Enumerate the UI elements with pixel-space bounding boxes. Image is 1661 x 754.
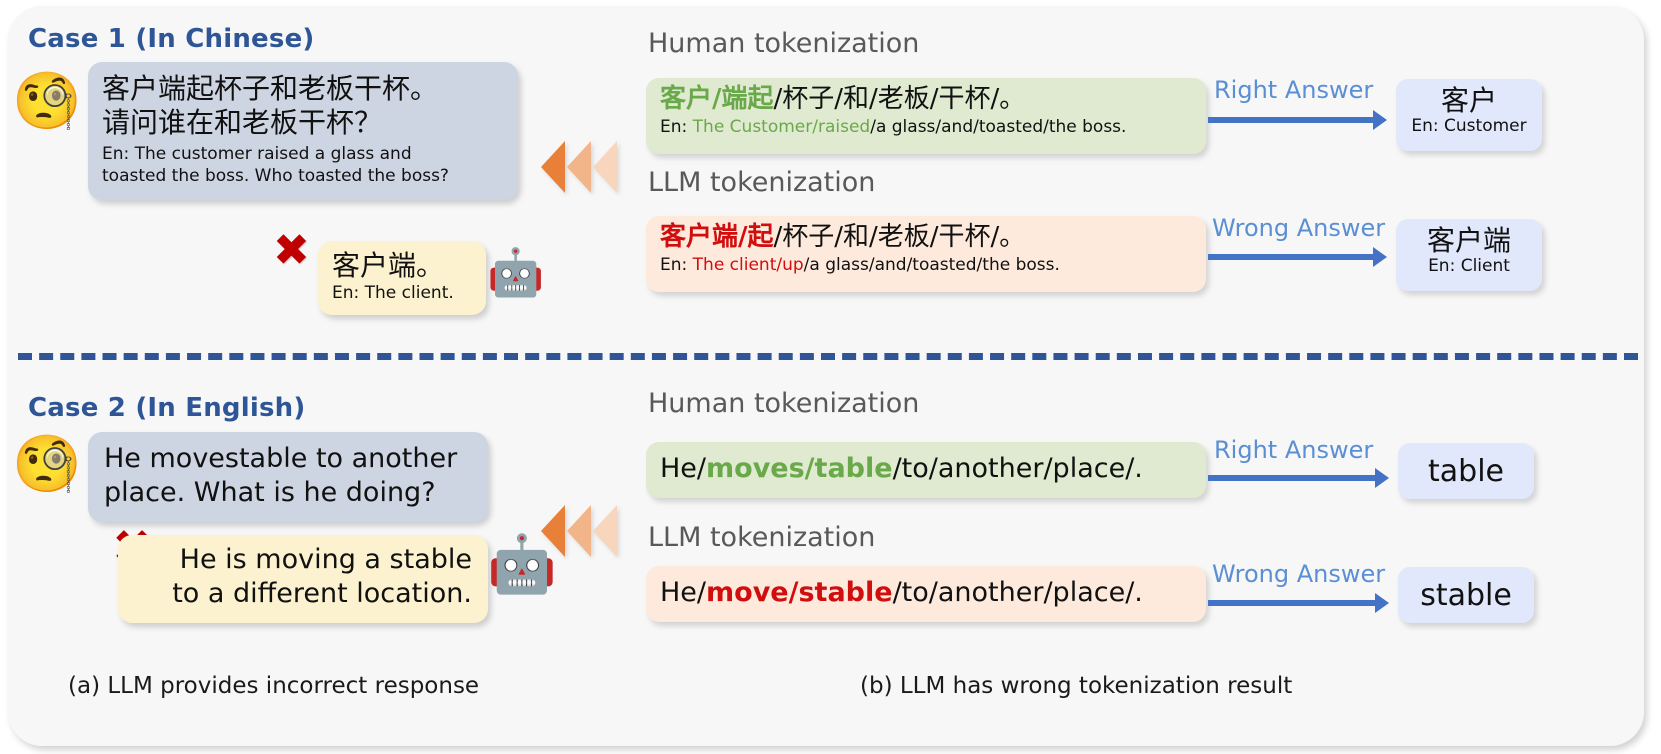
chevron-left-icon — [567, 141, 591, 193]
case1-llm-tok-en-rest: /a glass/and/toasted/the boss. — [803, 254, 1060, 275]
case2-wrong-answer-arrow — [1208, 593, 1389, 613]
chevron-left-icon — [541, 505, 565, 557]
case2-human-tokenization-box: He/moves/table/to/another/place/. — [646, 442, 1206, 498]
case1-human-tokenization-label: Human tokenization — [648, 28, 920, 59]
case1-right-answer-sub: En: Customer — [1411, 116, 1527, 137]
figure-canvas: Case 1 (In Chinese) 🧐 客户端起杯子和老板干杯。 请问谁在和… — [0, 0, 1661, 754]
case1-llm-tokenization-en: En: The client/up/a glass/and/toasted/th… — [660, 255, 1194, 275]
cross-mark-icon: ✖ — [273, 225, 310, 276]
chevron-left-icon — [593, 505, 617, 557]
chevron-left-icon — [567, 505, 591, 557]
case1-llm-tok-zh-highlight: 客户端/起 — [660, 222, 774, 252]
case1-human-tokenization-box: 客户/端起/杯子/和/老板/干杯/。 En: The Customer/rais… — [646, 78, 1206, 154]
case2-human-tok-prefix: He/ — [660, 453, 707, 484]
case2-wrong-answer-box: stable — [1398, 567, 1534, 623]
case1-wrong-answer-arrow — [1208, 247, 1387, 267]
caption-right: (b) LLM has wrong tokenization result — [860, 673, 1293, 699]
case1-llm-tokenization-zh: 客户端/起/杯子/和/老板/干杯/。 — [660, 222, 1194, 253]
case2-question-line1: He movestable to another — [104, 443, 458, 474]
case1-question-en-line1: En: The customer raised a glass and — [102, 144, 412, 165]
case1-question-bubble: 客户端起杯子和老板干杯。 请问谁在和老板干杯？ En: The customer… — [88, 62, 518, 200]
case2-llm-response-line1: He is moving a stable — [179, 544, 472, 575]
case1-chevrons — [541, 141, 617, 193]
case2-right-answer-box: table — [1398, 443, 1534, 499]
case1-human-tok-en-prefix: En: — [660, 116, 693, 137]
case1-question-zh-line2: 请问谁在和老板干杯？ — [102, 106, 383, 140]
case1-llm-response-en: En: The client. — [332, 283, 454, 304]
case1-llm-response-zh: 客户端。 — [332, 249, 445, 282]
case2-human-tokenization-label: Human tokenization — [648, 388, 920, 419]
case1-title: Case 1 (In Chinese) — [28, 24, 315, 54]
case2-llm-tokenization-box: He/move/stable/to/another/place/. — [646, 566, 1206, 622]
case2-right-answer-arrow — [1208, 468, 1389, 488]
case1-human-tok-en-highlight: The Customer/raised — [692, 116, 871, 137]
robot-icon: 🤖 — [487, 245, 545, 299]
case2-right-answer-label: Right Answer — [1214, 436, 1374, 464]
case1-right-answer-main: 客户 — [1440, 84, 1497, 117]
case2-llm-response-line2: to a different location. — [172, 578, 472, 610]
thinking-face-icon: 🧐 — [12, 432, 82, 497]
case2-human-tok-highlight: moves/table — [706, 453, 893, 484]
case1-human-tokenization-en: En: The Customer/raised/a glass/and/toas… — [660, 117, 1194, 137]
case1-question-zh-line1: 客户端起杯子和老板干杯。 — [102, 72, 439, 105]
case2-chevrons — [541, 505, 617, 557]
case2-wrong-answer-text: stable — [1420, 577, 1512, 613]
case1-llm-response-bubble: 客户端。 En: The client. — [318, 241, 486, 315]
case2-llm-tokenization-label: LLM tokenization — [648, 522, 876, 553]
case1-llm-tok-en-prefix: En: — [660, 254, 693, 275]
case2-llm-response-bubble: He is moving a stable to a different loc… — [118, 535, 488, 624]
case1-llm-tokenization-box: 客户端/起/杯子/和/老板/干杯/。 En: The client/up/a g… — [646, 216, 1206, 292]
thinking-face-icon: 🧐 — [12, 69, 82, 134]
case2-human-tok-suffix: /to/another/place/. — [892, 453, 1143, 484]
case1-llm-tokenization-label: LLM tokenization — [648, 167, 876, 198]
case1-human-tok-zh-rest: /杯子/和/老板/干杯/。 — [773, 84, 1026, 114]
case1-llm-tok-en-highlight: The client/up — [692, 254, 804, 275]
case1-llm-tok-zh-rest: /杯子/和/老板/干杯/。 — [773, 222, 1026, 252]
case2-title: Case 2 (In English) — [28, 393, 306, 423]
case2-human-tokenization-text: He/moves/table/to/another/place/. — [660, 454, 1194, 484]
caption-left: (a) LLM provides incorrect response — [68, 673, 480, 699]
chevron-left-icon — [541, 141, 565, 193]
case1-human-tok-zh-highlight: 客户/端起 — [660, 84, 774, 114]
case2-llm-tokenization-text: He/move/stable/to/another/place/. — [660, 578, 1194, 608]
case1-human-tokenization-zh: 客户/端起/杯子/和/老板/干杯/。 — [660, 84, 1194, 115]
case1-wrong-answer-sub: En: Client — [1428, 256, 1510, 277]
case1-right-answer-arrow — [1208, 110, 1387, 130]
case-divider — [18, 353, 1638, 360]
case1-wrong-answer-label: Wrong Answer — [1212, 214, 1386, 242]
case2-question-line2: place. What is he doing? — [104, 477, 436, 509]
case2-question-bubble: He movestable to another place. What is … — [88, 432, 488, 523]
case2-llm-tok-prefix: He/ — [660, 577, 707, 608]
case1-wrong-answer-main: 客户端 — [1426, 224, 1511, 257]
chevron-left-icon — [593, 141, 617, 193]
case2-llm-tok-suffix: /to/another/place/. — [892, 577, 1143, 608]
case2-llm-tok-highlight: move/stable — [706, 577, 893, 608]
case1-right-answer-label: Right Answer — [1214, 76, 1374, 104]
case1-wrong-answer-box: 客户端 En: Client — [1396, 219, 1542, 291]
case1-right-answer-box: 客户 En: Customer — [1396, 79, 1542, 151]
case1-question-en-line2: toasted the boss. Who toasted the boss? — [102, 166, 449, 187]
case2-wrong-answer-label: Wrong Answer — [1212, 560, 1386, 588]
case1-human-tok-en-rest: /a glass/and/toasted/the boss. — [870, 116, 1127, 137]
case2-right-answer-text: table — [1428, 453, 1504, 489]
